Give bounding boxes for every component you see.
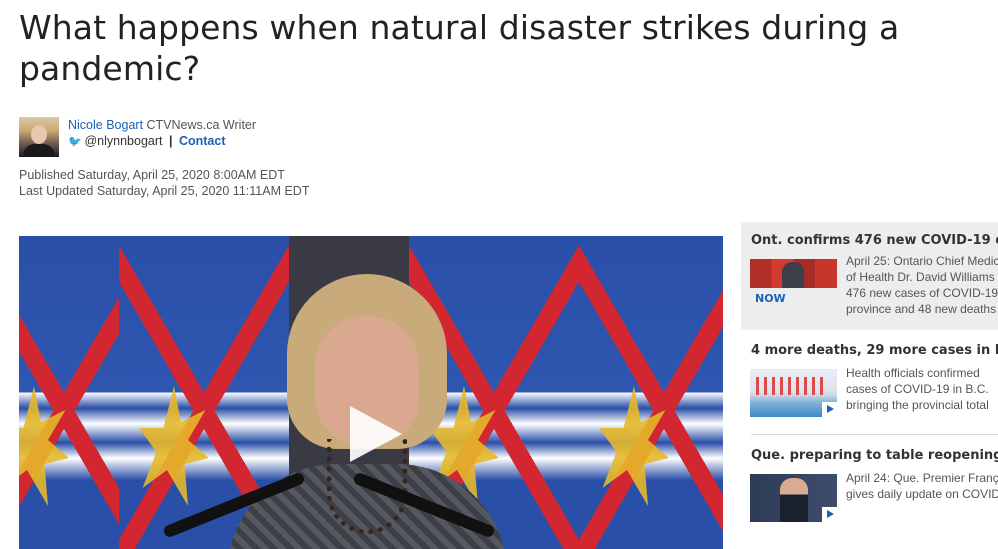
contact-link[interactable]: Contact [179, 134, 226, 148]
article-headline: What happens when natural disaster strik… [19, 8, 900, 88]
author-name-link[interactable]: Nicole Bogart [68, 118, 143, 132]
now-badge: NOW [755, 292, 786, 305]
play-icon[interactable] [350, 406, 402, 462]
divider [751, 434, 998, 435]
related-story[interactable]: Ont. confirms 476 new COVID-19 cases NOW… [741, 222, 998, 330]
related-videos-sidebar: Ont. confirms 476 new COVID-19 cases NOW… [741, 222, 998, 549]
story-title[interactable]: 4 more deaths, 29 more cases in B.C. [751, 343, 998, 358]
story-description[interactable]: April 25: Ontario Chief Medical Officer … [846, 253, 998, 317]
published-date: Published Saturday, April 25, 2020 8:00A… [19, 168, 285, 182]
play-icon[interactable] [822, 507, 837, 522]
flag-image [579, 236, 723, 549]
author-role: CTVNews.ca Writer [146, 118, 257, 132]
play-icon[interactable] [822, 402, 837, 417]
story-title[interactable]: Ont. confirms 476 new COVID-19 cases [751, 233, 998, 248]
twitter-handle[interactable]: @nlynnbogart [84, 134, 162, 148]
twitter-icon[interactable]: 🐦 [68, 134, 82, 150]
author-avatar[interactable] [19, 117, 59, 157]
story-title[interactable]: Que. preparing to table reopening plan [751, 448, 998, 463]
updated-date: Last Updated Saturday, April 25, 2020 11… [19, 184, 310, 198]
story-description[interactable]: April 24: Que. Premier François gives da… [846, 470, 998, 502]
story-description[interactable]: Health officials confirmed cases of COVI… [846, 365, 998, 413]
author-byline: Nicole Bogart CTVNews.ca Writer 🐦 @nlynn… [19, 117, 256, 157]
article-dates: Published Saturday, April 25, 2020 8:00A… [19, 167, 309, 199]
story-thumbnail[interactable] [750, 259, 837, 288]
byline-separator: | [168, 134, 173, 148]
video-player[interactable] [19, 236, 723, 549]
